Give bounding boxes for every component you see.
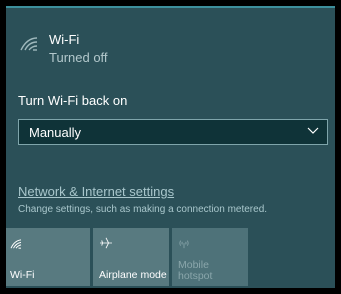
airplane-tile-label: Airplane mode [99,269,167,281]
network-flyout: Wi-Fi Turned off Turn Wi-Fi back on Manu… [6,6,335,288]
turn-on-dropdown[interactable]: Manually [18,119,328,145]
wifi-title: Wi-Fi [49,32,80,47]
hotspot-icon [178,236,190,254]
network-settings-description: Change settings, such as making a connec… [18,204,268,215]
wifi-tile-label: Wi-Fi [10,269,35,281]
dropdown-value: Manually [29,125,82,140]
airplane-mode-tile[interactable]: Airplane mode [93,228,169,286]
network-settings-link[interactable]: Network & Internet settings [18,184,174,199]
wifi-icon [10,236,22,254]
airplane-icon [99,236,113,254]
mobile-hotspot-tile[interactable]: Mobile hotspot [172,228,248,286]
chevron-down-icon [307,127,319,134]
wifi-tile[interactable]: Wi-Fi [6,228,90,286]
turn-on-label: Turn Wi-Fi back on [18,93,128,108]
wifi-off-icon [19,36,39,57]
hotspot-tile-label: Mobile hotspot [178,259,213,282]
wifi-status: Turned off [49,50,108,65]
